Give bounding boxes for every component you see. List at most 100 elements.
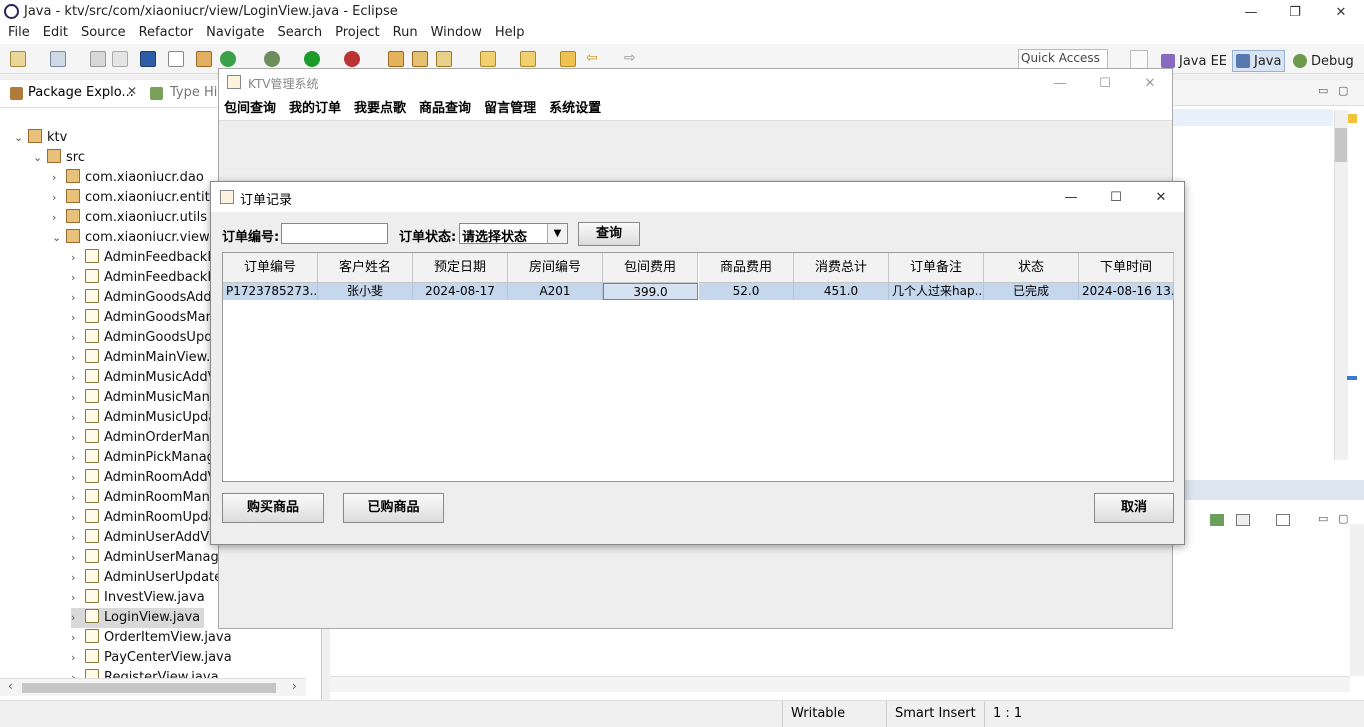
minimize-console-icon[interactable]: ▭ (1318, 512, 1328, 525)
order-status-select[interactable]: 请选择状态 ▼ (459, 223, 568, 245)
table-cell[interactable]: 451.0 (794, 283, 889, 300)
minimize-icon[interactable]: — (1228, 0, 1274, 24)
column-header[interactable]: 下单时间 (1079, 253, 1174, 283)
open-type-icon[interactable] (388, 51, 404, 67)
order-no-input[interactable] (281, 223, 388, 244)
column-header[interactable]: 客户姓名 (318, 253, 413, 283)
collapse-chevron-icon[interactable]: › (71, 528, 85, 548)
scroll-right-icon[interactable]: › (292, 679, 297, 693)
new-icon[interactable] (10, 51, 26, 67)
task-icon[interactable] (1210, 514, 1224, 526)
tree-item-java-file[interactable]: › AdminUserUpdateV (71, 568, 231, 588)
tree-item-java-file[interactable]: › AdminMusicAddVi (71, 368, 220, 388)
collapse-chevron-icon[interactable]: › (52, 208, 66, 228)
dialog-maximize-icon[interactable]: ☐ (1093, 185, 1139, 209)
menu-my-orders[interactable]: 我的订单 (289, 97, 341, 120)
outline-scrollbar[interactable] (1334, 110, 1348, 460)
debug-icon[interactable] (264, 51, 280, 67)
column-header[interactable]: 预定日期 (413, 253, 508, 283)
collapse-chevron-icon[interactable]: › (52, 188, 66, 208)
expand-chevron-icon[interactable]: ⌄ (33, 148, 47, 168)
next-annotation-icon[interactable] (480, 51, 496, 67)
column-header[interactable]: 消费总计 (794, 253, 889, 283)
refresh-icon[interactable] (220, 51, 236, 67)
ktv-minimize-icon[interactable]: — (1037, 71, 1083, 95)
tree-item-java-file[interactable]: › AdminOrderMana (71, 428, 218, 448)
collapse-chevron-icon[interactable]: › (71, 408, 85, 428)
menu-message[interactable]: 留言管理 (484, 97, 536, 120)
table-cell[interactable]: 几个人过来hap... (889, 283, 984, 300)
collapse-chevron-icon[interactable]: › (71, 488, 85, 508)
query-button[interactable]: 查询 (578, 222, 640, 246)
menu-source[interactable]: Source (81, 24, 126, 44)
table-cell[interactable]: 52.0 (699, 283, 794, 300)
collapse-chevron-icon[interactable]: › (71, 248, 85, 268)
package-icon[interactable] (196, 51, 212, 67)
column-header[interactable]: 状态 (984, 253, 1079, 283)
tree-item-java-file[interactable]: › AdminRoomMana (71, 488, 218, 508)
cancel-button[interactable]: 取消 (1094, 493, 1174, 523)
menu-refactor[interactable]: Refactor (139, 24, 194, 44)
collapse-chevron-icon[interactable]: › (71, 428, 85, 448)
prev-annotation-icon[interactable] (520, 51, 536, 67)
tree-item-pkg[interactable]: › com.xiaoniucr.dao (52, 168, 204, 188)
tree-item-java-file[interactable]: › AdminPickManage (71, 448, 223, 468)
tree-item-java-file[interactable]: › AdminMainView.ja (71, 348, 222, 368)
table-cell[interactable]: 张小斐 (318, 283, 413, 300)
save-icon[interactable] (90, 51, 106, 67)
table-cell[interactable]: 399.0 (603, 283, 698, 300)
collapse-chevron-icon[interactable]: › (71, 448, 85, 468)
column-header[interactable]: 商品费用 (699, 253, 794, 283)
collapse-chevron-icon[interactable]: › (71, 648, 85, 668)
dialog-minimize-icon[interactable]: — (1048, 185, 1094, 209)
skip-breakpoints-icon[interactable] (168, 51, 184, 67)
column-header[interactable]: 包间费用 (603, 253, 698, 283)
menu-goods-query[interactable]: 商品查询 (419, 97, 471, 120)
tree-item-pkg[interactable]: ⌄ com.xiaoniucr.view (52, 228, 210, 248)
tree-item-project[interactable]: ⌄ ktv (14, 128, 67, 148)
expand-chevron-icon[interactable]: ⌄ (52, 228, 66, 248)
new-console-icon[interactable] (1276, 514, 1290, 526)
tree-item-java-file[interactable]: › InvestView.java (71, 588, 205, 608)
menu-run[interactable]: Run (393, 24, 418, 44)
collapse-chevron-icon[interactable]: › (71, 368, 85, 388)
explorer-h-scrollbar[interactable]: ‹ › (0, 678, 306, 696)
column-header[interactable]: 订单备注 (889, 253, 984, 283)
view-menu-icon[interactable] (1236, 514, 1250, 526)
close-tab-icon[interactable]: ✕ (127, 84, 137, 98)
last-edit-icon[interactable] (560, 51, 576, 67)
tree-item-java-file[interactable]: › AdminUserManage (71, 548, 227, 568)
tab-package-explorer[interactable]: Package Explo... (28, 85, 134, 100)
collapse-chevron-icon[interactable]: › (71, 468, 85, 488)
console-v-scrollbar[interactable] (1350, 524, 1364, 676)
collapse-chevron-icon[interactable]: › (71, 628, 85, 648)
tree-item-pkg[interactable]: › com.xiaoniucr.entity (52, 188, 217, 208)
tree-item-java-file[interactable]: › OrderItemView.java (71, 628, 232, 648)
external-tools-icon[interactable] (344, 51, 360, 67)
tree-item-java-file[interactable]: › AdminFeedbackM (71, 248, 219, 268)
buy-goods-button[interactable]: 购买商品 (222, 493, 324, 523)
chevron-down-icon[interactable]: ▼ (547, 224, 567, 243)
collapse-chevron-icon[interactable]: › (71, 508, 85, 528)
save-all-icon[interactable] (112, 51, 128, 67)
menu-edit[interactable]: Edit (43, 24, 68, 44)
maximize-console-icon[interactable]: ▢ (1338, 512, 1348, 525)
menu-help[interactable]: Help (495, 24, 525, 44)
ktv-close-icon[interactable]: ✕ (1127, 71, 1173, 95)
collapse-chevron-icon[interactable]: › (71, 268, 85, 288)
collapse-chevron-icon[interactable]: › (52, 168, 66, 188)
tree-item-java-file[interactable]: › AdminFeedbackRe (71, 268, 224, 288)
forward-icon[interactable]: ⇨ (624, 50, 636, 66)
collapse-chevron-icon[interactable]: › (71, 308, 85, 328)
collapse-chevron-icon[interactable]: › (71, 588, 85, 608)
menu-navigate[interactable]: Navigate (206, 24, 264, 44)
tree-item-java-file[interactable]: › AdminMusicMana (71, 388, 218, 408)
perspective-java[interactable]: Java (1232, 50, 1286, 72)
h-scroll-thumb[interactable] (22, 683, 276, 693)
menu-search[interactable]: Search (277, 24, 322, 44)
menu-file[interactable]: File (8, 24, 30, 44)
menu-room-query[interactable]: 包间查询 (224, 97, 276, 120)
open-perspective-icon[interactable] (1130, 50, 1148, 70)
back-icon[interactable]: ⇦ (586, 50, 598, 66)
tree-item-java-file[interactable]: › AdminGoodsUpda (71, 328, 220, 348)
